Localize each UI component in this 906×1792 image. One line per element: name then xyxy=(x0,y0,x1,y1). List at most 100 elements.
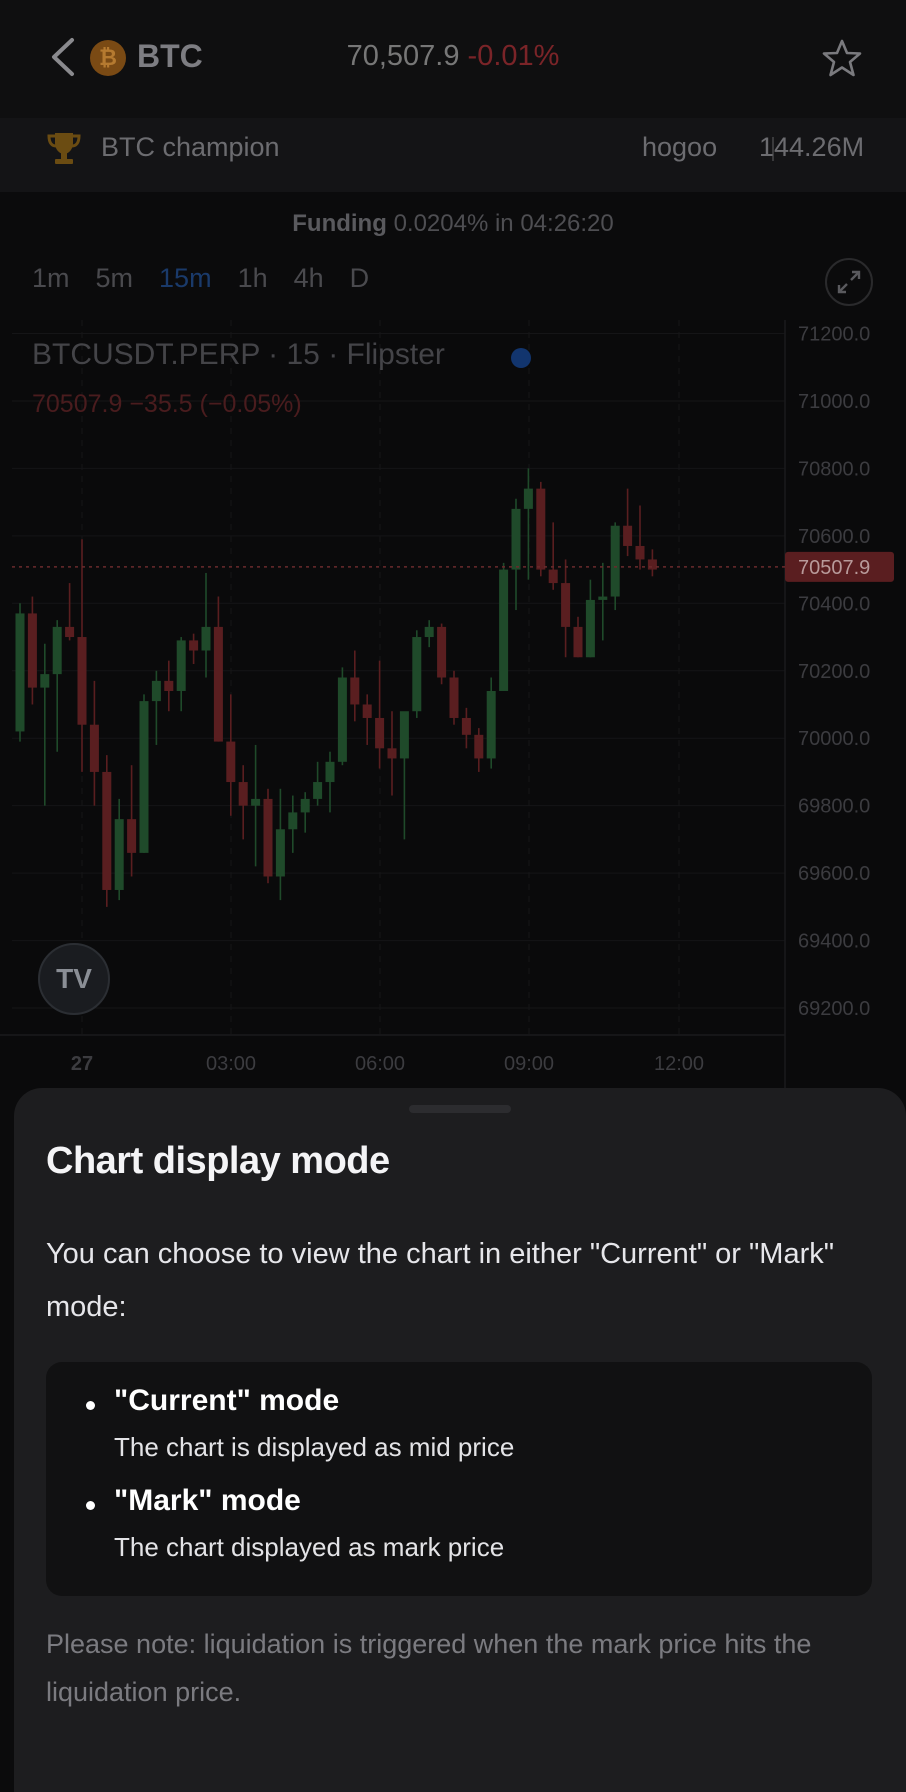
candle-body xyxy=(275,829,285,877)
y-tick-label: 69400.0 xyxy=(798,931,870,953)
chart-quote: 70507.9 −35.5 (−0.05%) xyxy=(32,390,302,418)
candle-body xyxy=(52,626,62,675)
tab-5m[interactable]: 5m xyxy=(96,263,134,294)
candle-body xyxy=(89,724,99,772)
y-tick-label: 70200.0 xyxy=(798,661,870,683)
champion-label: BTC champion xyxy=(101,132,280,162)
mode-current-desc: The chart is displayed as mid price xyxy=(114,1432,515,1462)
y-tick-label: 70600.0 xyxy=(798,526,870,548)
x-tick-label: 09:00 xyxy=(504,1053,554,1075)
mode-mark-title: "Mark" mode xyxy=(114,1484,301,1517)
candle-body xyxy=(300,798,310,813)
candle-body xyxy=(164,680,174,691)
y-tick-label: 70400.0 xyxy=(798,593,870,615)
tab-1h[interactable]: 1h xyxy=(238,263,268,294)
candle-body xyxy=(139,701,149,853)
candle-body xyxy=(387,748,397,759)
candle-body xyxy=(375,717,385,749)
candle-body xyxy=(461,717,471,735)
fullscreen-button[interactable] xyxy=(825,258,873,306)
candle-body xyxy=(40,674,50,688)
candle-body xyxy=(226,741,236,783)
candle-body xyxy=(647,559,657,570)
funding-info: Funding 0.0204% in 04:26:20 xyxy=(0,210,906,238)
candle-body xyxy=(65,626,75,638)
candle-body xyxy=(15,613,25,732)
candle-body xyxy=(27,613,37,688)
candle-body xyxy=(325,761,335,783)
x-tick-label: 03:00 xyxy=(206,1053,256,1075)
price-chart[interactable]: 71200.0 71000.0 70800.0 70600.0 70400.0 70200… xyxy=(0,320,906,1090)
candle-body xyxy=(251,798,261,806)
y-tick-label: 70800.0 xyxy=(798,458,870,480)
y-tick-label: 69800.0 xyxy=(798,796,870,818)
tab-4h[interactable]: 4h xyxy=(294,263,324,294)
candle-body xyxy=(362,704,372,718)
candle-body xyxy=(213,626,223,742)
y-tick-label: 70000.0 xyxy=(798,728,870,750)
y-tick-label: 71000.0 xyxy=(798,391,870,413)
candle-body xyxy=(623,525,633,546)
price-change: -0.01% xyxy=(467,40,560,72)
sheet-drag-handle[interactable] xyxy=(409,1105,511,1113)
candle-body xyxy=(561,583,571,627)
sheet-intro: You can choose to view the chart in eith… xyxy=(46,1238,835,1323)
y-tick-label: 69200.0 xyxy=(798,998,870,1020)
tab-1d[interactable]: D xyxy=(350,263,370,294)
candle-body xyxy=(263,798,273,877)
candle-body xyxy=(399,711,409,759)
candle-body xyxy=(238,782,248,806)
candle-body xyxy=(585,599,595,658)
candle-body xyxy=(176,640,186,691)
candle-body xyxy=(127,819,137,853)
candle-body xyxy=(313,782,323,799)
x-tick-label: 27 xyxy=(71,1053,93,1075)
candle-body xyxy=(151,680,161,702)
candle-body xyxy=(102,771,112,890)
candle-body xyxy=(337,677,347,762)
liquidation-note: Please note: liquidation is triggered wh… xyxy=(46,1629,812,1707)
candle-body xyxy=(474,734,484,759)
candle-body xyxy=(598,596,608,600)
live-indicator-dot xyxy=(511,348,531,368)
candle-body xyxy=(288,812,298,830)
candle-body xyxy=(412,637,422,712)
candle-body xyxy=(437,626,447,678)
x-tick-label: 12:00 xyxy=(654,1053,704,1075)
candle-body xyxy=(77,637,87,725)
funding-text: 0.0204% in 04:26:20 xyxy=(393,210,614,237)
candle-body xyxy=(610,525,620,597)
chart-symbol-title: BTCUSDT.PERP · 15 · Flipster xyxy=(32,338,445,371)
champion-volume: 144.26M xyxy=(759,132,865,162)
candle-body xyxy=(114,819,124,890)
candle-body xyxy=(511,508,521,570)
x-tick-label: 06:00 xyxy=(355,1053,405,1075)
candle-body xyxy=(523,488,533,509)
candle-body xyxy=(499,569,509,691)
tradingview-logo: TV xyxy=(38,943,110,1015)
bullet xyxy=(86,1401,95,1410)
y-tick-label: 69600.0 xyxy=(798,863,870,885)
candle-body xyxy=(573,626,583,658)
candle-body xyxy=(536,488,546,570)
expand-icon xyxy=(837,270,861,294)
mode-current-title: "Current" mode xyxy=(114,1384,340,1417)
star-favorite-icon[interactable] xyxy=(822,38,862,78)
candle-body xyxy=(201,626,211,651)
trophy-icon xyxy=(47,133,81,164)
candle-body xyxy=(635,545,645,560)
candle-body xyxy=(350,677,360,705)
ticker-price-row: 70,507.9 -0.01% xyxy=(0,40,906,73)
candle-body xyxy=(424,626,434,638)
sheet-title: Chart display mode xyxy=(46,1140,390,1182)
bullet xyxy=(86,1501,95,1510)
tab-1m[interactable]: 1m xyxy=(32,263,70,294)
timeframe-tabs: 1m 5m 15m 1h 4h D xyxy=(32,263,395,294)
last-price: 70,507.9 xyxy=(346,40,460,72)
tab-15m[interactable]: 15m xyxy=(159,263,212,294)
y-tick-label: 71200.0 xyxy=(798,323,870,345)
candle-body xyxy=(486,690,496,759)
candle-body xyxy=(548,569,558,584)
funding-label: Funding xyxy=(292,210,387,237)
last-price-label: 70507.9 xyxy=(798,557,870,579)
